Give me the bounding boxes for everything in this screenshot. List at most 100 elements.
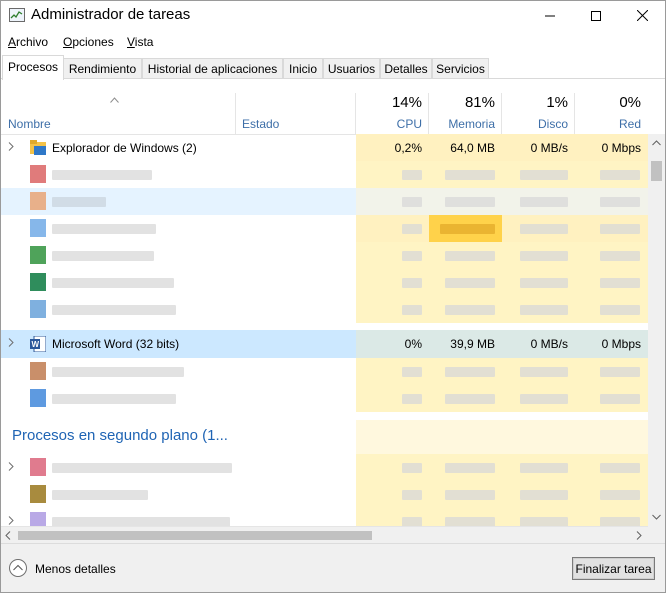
blurred-text: [600, 197, 640, 207]
chevron-right-icon[interactable]: [8, 516, 14, 525]
app-icon: [30, 273, 46, 291]
scroll-right-icon[interactable]: [636, 531, 642, 540]
memory-percent: 81%: [464, 94, 495, 111]
menu-archivo[interactable]: Archivo: [8, 35, 48, 49]
cpu-percent: 14%: [391, 94, 422, 111]
menu-opciones[interactable]: Opciones: [63, 35, 114, 49]
blurred-text: [600, 278, 640, 288]
close-button[interactable]: [619, 0, 665, 31]
tab-bar: Procesos Rendimiento Historial de aplica…: [0, 55, 666, 80]
blurred-text: [402, 278, 422, 288]
app-icon: [30, 165, 46, 183]
tab-rendimiento[interactable]: Rendimiento: [63, 58, 142, 79]
menu-opciones-label: pciones: [72, 35, 114, 49]
group-header[interactable]: Procesos en segundo plano (1...: [0, 420, 648, 456]
maximize-button[interactable]: [573, 0, 619, 31]
scroll-up-icon[interactable]: [652, 140, 661, 146]
tab-detalles[interactable]: Detalles: [380, 58, 432, 79]
cpu-value: 0,2%: [394, 141, 422, 155]
blurred-text: [445, 278, 495, 288]
blurred-text: [52, 251, 154, 261]
process-row[interactable]: [0, 385, 648, 412]
blurred-text: [52, 278, 174, 288]
blurred-text: [600, 463, 640, 473]
column-separator[interactable]: [235, 93, 236, 135]
minimize-button[interactable]: [527, 0, 573, 31]
sort-up-icon: [110, 92, 119, 106]
tab-servicios[interactable]: Servicios: [432, 58, 489, 79]
menu-opciones-accel: O: [63, 35, 73, 49]
process-row[interactable]: [0, 215, 648, 242]
process-name: Microsoft Word (32 bits): [52, 337, 180, 351]
blurred-text: [402, 224, 422, 234]
column-nombre[interactable]: Nombre: [8, 117, 51, 131]
svg-text:W: W: [32, 340, 40, 349]
scroll-down-icon[interactable]: [652, 514, 661, 520]
app-icon: [30, 485, 46, 503]
tab-usuarios[interactable]: Usuarios: [323, 58, 380, 79]
blurred-text: [52, 490, 148, 500]
app-icon: [30, 219, 46, 237]
process-row[interactable]: [0, 161, 648, 188]
blurred-text: [520, 251, 568, 261]
vertical-scrollbar[interactable]: [648, 134, 665, 526]
horizontal-scroll-thumb[interactable]: [18, 531, 372, 540]
column-red[interactable]: Red: [575, 117, 641, 131]
blurred-text: [520, 394, 568, 404]
chevron-up-circle-icon[interactable]: [9, 559, 27, 577]
footer: Menos detalles Finalizar tarea: [0, 543, 666, 593]
menu-archivo-label: rchivo: [16, 35, 49, 49]
end-task-button[interactable]: Finalizar tarea: [572, 557, 655, 580]
tab-procesos[interactable]: Procesos: [2, 55, 64, 80]
blurred-text: [600, 251, 640, 261]
blurred-text: [600, 224, 640, 234]
blurred-text: [445, 517, 495, 526]
process-row[interactable]: [0, 242, 648, 269]
blurred-text: [402, 394, 422, 404]
column-cpu[interactable]: CPU: [356, 117, 422, 131]
blurred-text: [445, 197, 495, 207]
process-row[interactable]: [0, 296, 648, 323]
menu-bar: Archivo Opciones Vista: [0, 32, 666, 52]
blurred-text: [52, 367, 184, 377]
network-percent: 0%: [619, 94, 641, 111]
process-row[interactable]: [0, 454, 648, 481]
column-estado[interactable]: Estado: [242, 117, 279, 131]
less-details-link[interactable]: Menos detalles: [35, 562, 116, 576]
column-disco[interactable]: Disco: [502, 117, 568, 131]
scroll-corner: [648, 526, 665, 543]
app-icon: [30, 458, 46, 476]
blurred-text: [520, 278, 568, 288]
menu-vista[interactable]: Vista: [127, 35, 153, 49]
tab-inicio[interactable]: Inicio: [283, 58, 323, 79]
menu-archivo-accel: A: [8, 35, 17, 49]
blurred-text: [402, 197, 422, 207]
menu-vista-label: ista: [134, 35, 154, 49]
chevron-right-icon[interactable]: [8, 142, 14, 151]
scroll-left-icon[interactable]: [5, 531, 11, 540]
horizontal-scrollbar[interactable]: [0, 526, 648, 543]
disk-value: 0 MB/s: [530, 141, 568, 155]
blurred-text: [520, 224, 568, 234]
blurred-text: [600, 517, 640, 526]
process-list[interactable]: Explorador de Windows (2) 0,2% 64,0 MB 0…: [0, 134, 648, 526]
process-row[interactable]: [0, 269, 648, 296]
blurred-text: [402, 490, 422, 500]
blurred-text: [440, 224, 495, 234]
process-row[interactable]: [0, 188, 648, 215]
process-row[interactable]: [0, 358, 648, 385]
app-icon: [30, 246, 46, 264]
process-row-word[interactable]: W Microsoft Word (32 bits) 0% 39,9 MB 0 …: [0, 330, 648, 358]
blurred-text: [520, 305, 568, 315]
vertical-scroll-thumb[interactable]: [651, 161, 662, 181]
chevron-right-icon[interactable]: [8, 462, 14, 471]
process-row-explorer[interactable]: Explorador de Windows (2) 0,2% 64,0 MB 0…: [0, 134, 648, 161]
chevron-right-icon[interactable]: [8, 338, 14, 347]
tab-historial[interactable]: Historial de aplicaciones: [142, 58, 283, 79]
column-memoria[interactable]: Memoria: [429, 117, 495, 131]
cpu-value: 0%: [404, 337, 422, 351]
menu-vista-accel: V: [127, 35, 135, 49]
process-row[interactable]: [0, 508, 648, 526]
process-row[interactable]: [0, 481, 648, 508]
blurred-text: [52, 394, 176, 404]
